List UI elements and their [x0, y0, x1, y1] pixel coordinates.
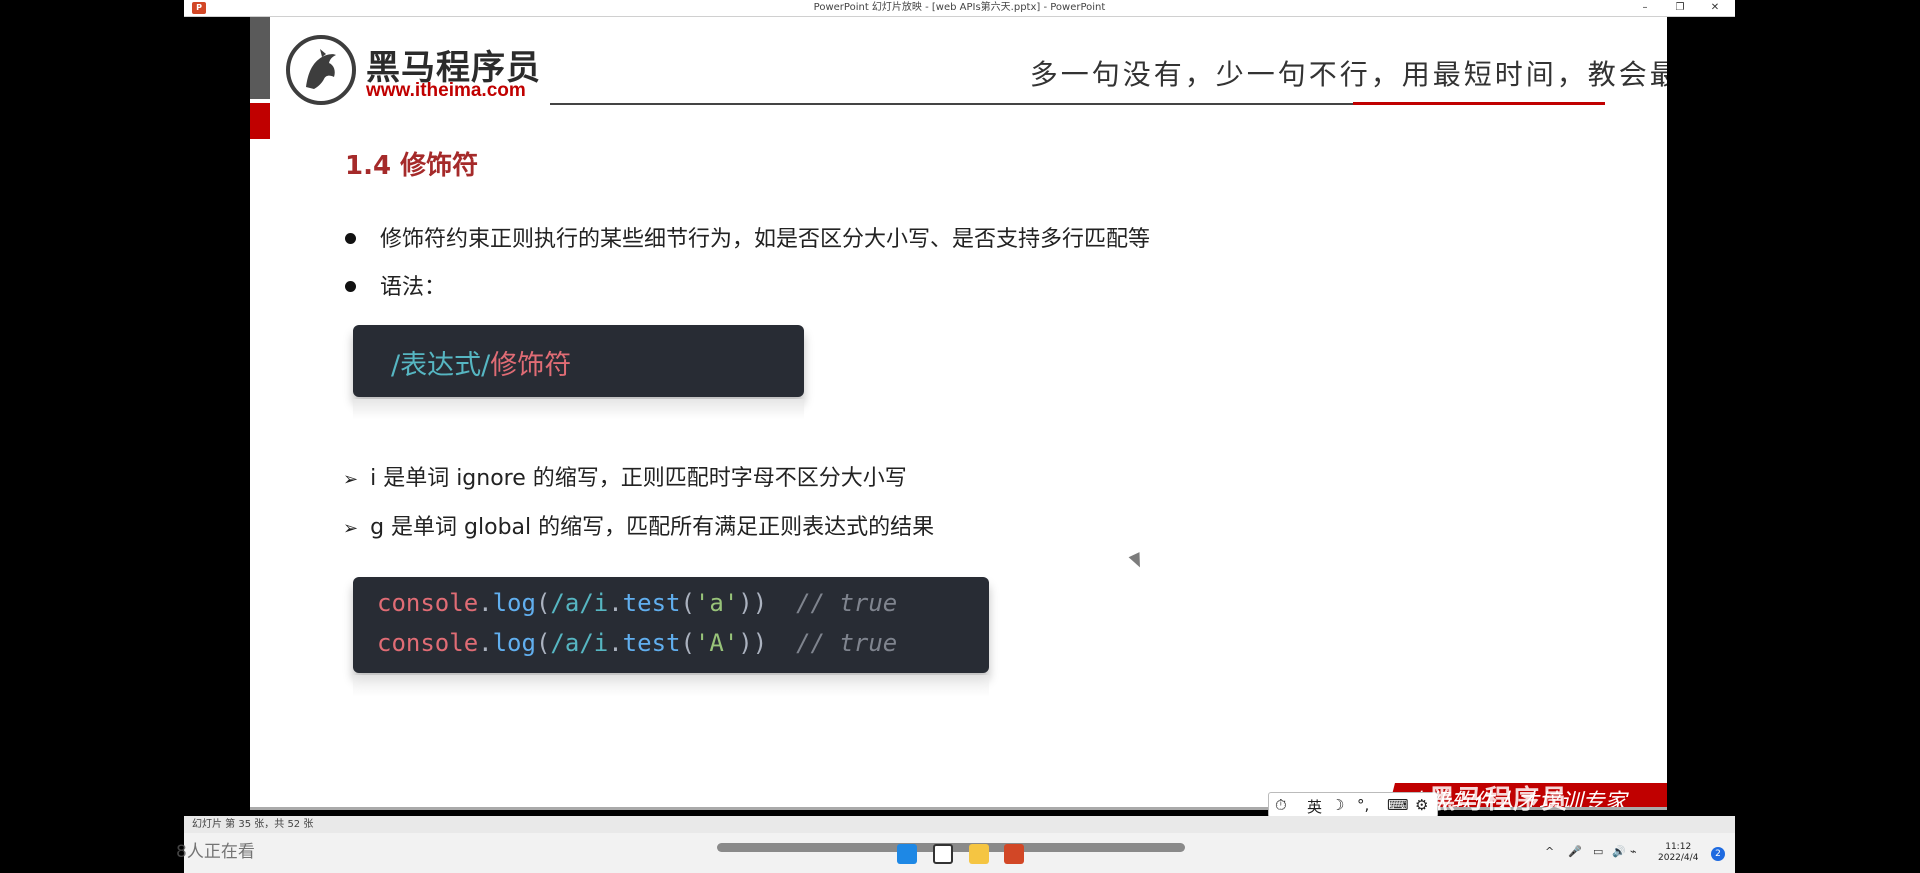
ime-halfwidth-icon[interactable]: ☽	[1331, 796, 1344, 814]
start-icon[interactable]	[897, 844, 917, 864]
powerpoint-taskbar-icon[interactable]	[1004, 844, 1024, 864]
ime-settings-icon[interactable]: ⚙	[1415, 796, 1428, 814]
code-punct: ))	[738, 629, 768, 657]
task-view-icon[interactable]	[933, 844, 953, 864]
code-regex: /a/i	[550, 629, 609, 657]
microphone-icon[interactable]: 🎤	[1568, 845, 1582, 858]
code-object: console	[377, 629, 479, 657]
point-item: ➢ i 是单词 ignore 的缩写，正则匹配时字母不区分大小写	[343, 460, 907, 492]
bullet-text: 修饰符约束正则执行的某些细节行为，如是否区分大小写、是否支持多行匹配等	[380, 227, 1151, 252]
mouse-cursor-icon	[1128, 552, 1146, 570]
restore-button[interactable]: ❐	[1662, 0, 1698, 16]
ime-toolbar: ⏱ 英 ☽ °, ⌨ ⚙	[1268, 792, 1438, 818]
code-reflection	[353, 399, 804, 419]
code-function: log	[492, 629, 536, 657]
tray-chevron-icon[interactable]: ^	[1545, 845, 1554, 858]
code-punct: .	[478, 629, 493, 657]
file-explorer-icon[interactable]	[969, 844, 989, 864]
window-titlebar: P PowerPoint 幻灯片放映 - [web APIs第六天.pptx] …	[184, 0, 1735, 17]
battery-icon[interactable]: ⌁	[1630, 845, 1637, 858]
clock-time: 11:12	[1665, 842, 1692, 852]
minimize-button[interactable]: –	[1627, 0, 1663, 16]
code-object: console	[377, 589, 479, 617]
ime-clock-icon[interactable]: ⏱	[1275, 796, 1287, 814]
code-line: console.log(/a/i.test('A')) // true	[377, 629, 897, 657]
ime-punctuation-icon[interactable]: °,	[1357, 796, 1369, 814]
close-button[interactable]: ✕	[1697, 0, 1733, 16]
window-title: PowerPoint 幻灯片放映 - [web APIs第六天.pptx] - …	[813, 2, 1106, 13]
code-line: console.log(/a/i.test('a')) // true	[377, 589, 897, 617]
header-divider-accent	[1353, 102, 1605, 105]
slogan: 多一句没有，少一句不行，用最短时间，教会最实用的技术!	[1029, 58, 1667, 91]
code-method: test	[622, 589, 681, 617]
logo-url: www.itheima.com	[366, 80, 526, 101]
notification-badge[interactable]: 2	[1711, 847, 1725, 861]
display-icon[interactable]: ▭	[1593, 845, 1603, 858]
code-comment: // true	[796, 629, 898, 657]
code-string: 'A'	[694, 629, 739, 657]
slide-canvas[interactable]: 黑马程序员 www.itheima.com 多一句没有，少一句不行，用最短时间，…	[250, 17, 1667, 810]
bullet-dot-icon	[345, 280, 356, 292]
syntax-line: /表达式/修饰符	[391, 343, 571, 382]
arrow-bullet-icon: ➢	[343, 469, 359, 490]
syntax-slash: /	[481, 350, 491, 381]
clock-date: 2022/4/4	[1658, 853, 1699, 863]
syntax-modifier: 修饰符	[490, 350, 572, 381]
code-function: log	[492, 589, 536, 617]
code-string: 'a'	[694, 589, 739, 617]
bullet-item: 修饰符约束正则执行的某些细节行为，如是否区分大小写、是否支持多行匹配等	[345, 221, 1150, 253]
slide-left-gray-bar	[250, 17, 270, 99]
point-text: i 是单词 ignore 的缩写，正则匹配时字母不区分大小写	[370, 466, 907, 491]
arrow-bullet-icon: ➢	[343, 518, 359, 539]
volume-icon[interactable]: 🔊	[1612, 845, 1626, 858]
viewer-count: 8人正在看	[176, 842, 255, 862]
taskbar: ^ 🎤 ▭ 🔊 ⌁ 11:12 2022/4/4 2	[184, 833, 1735, 873]
watermark-logo: 黑马程序员	[1429, 785, 1570, 815]
syntax-slash: /	[391, 350, 401, 381]
taskbar-clock[interactable]: 11:12 2022/4/4	[1658, 842, 1698, 864]
syntax-code-block: /表达式/修饰符	[353, 325, 804, 397]
section-title: 1.4 修饰符	[345, 151, 479, 181]
status-bar: 幻灯片 第 35 张，共 52 张 黑马程序员	[184, 787, 1735, 833]
bullet-item: 语法：	[345, 269, 446, 301]
code-punct: (	[535, 589, 551, 617]
example-code-block: console.log(/a/i.test('a')) // true cons…	[353, 577, 989, 673]
code-comment: // true	[796, 589, 898, 617]
slide-counter: 幻灯片 第 35 张，共 52 张	[192, 819, 314, 830]
bullet-dot-icon	[345, 232, 356, 244]
ime-language-toggle[interactable]: 英	[1307, 796, 1322, 817]
code-punct: (	[680, 589, 695, 617]
code-punct: (	[680, 629, 695, 657]
point-text: g 是单词 global 的缩写，匹配所有满足正则表达式的结果	[370, 515, 935, 540]
code-regex: /a/i	[550, 589, 609, 617]
syntax-expression: 表达式	[400, 350, 482, 381]
code-method: test	[622, 629, 681, 657]
bullet-text: 语法：	[380, 275, 447, 300]
point-item: ➢ g 是单词 global 的缩写，匹配所有满足正则表达式的结果	[343, 509, 934, 541]
code-punct: .	[608, 589, 623, 617]
slide-left-red-bar	[250, 103, 270, 139]
code-punct: (	[535, 629, 551, 657]
code-punct: .	[608, 629, 623, 657]
horse-logo-icon	[286, 35, 356, 105]
code-punct: ))	[738, 589, 768, 617]
ime-keyboard-icon[interactable]: ⌨	[1387, 796, 1409, 814]
code-reflection	[353, 675, 989, 697]
code-punct: .	[478, 589, 493, 617]
